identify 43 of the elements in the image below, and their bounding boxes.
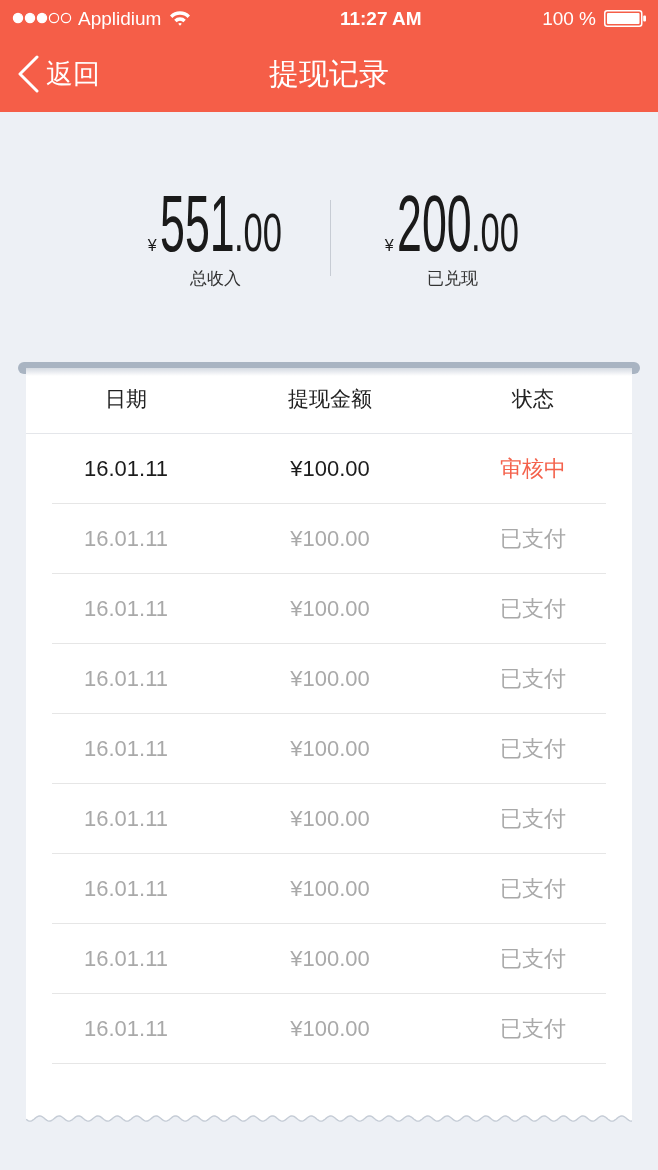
carrier-name: Applidium [78,8,162,28]
page-title: 提现记录 [269,59,389,89]
table-cell: 16.01.11 [84,737,168,760]
battery-icon [604,9,646,27]
table-cell: 16.01.11 [84,947,168,970]
table-cell: ¥100.00 [290,1017,370,1040]
table-cell: 16.01.11 [84,597,168,620]
table-cell: ¥100.00 [290,807,370,830]
table-cell: 16.01.11 [84,667,168,690]
wifi-icon [169,10,192,26]
table-cell: 已支付 [500,807,566,830]
table-cell: ¥100.00 [290,527,370,550]
table-cell: ¥100.00 [290,877,370,900]
table-cell: ¥100.00 [290,457,370,480]
table-cell: 已支付 [500,597,566,620]
battery-percent: 100 % [542,8,596,28]
table-cell: 已支付 [500,527,566,550]
table-cell: 已支付 [500,1017,566,1040]
table-cell: 16.01.11 [84,1017,168,1040]
table-cell: 16.01.11 [84,877,168,900]
table-cell: 已支付 [500,737,566,760]
table-cell: 已支付 [500,667,566,690]
column-header: 提现金额 [288,388,372,409]
amount-label: 已兑现 [426,270,478,287]
table-cell: 16.01.11 [84,807,168,830]
table-cell: ¥100.00 [290,947,370,970]
back-button[interactable]: 返回 [0,55,100,93]
column-header: 状态 [512,388,554,409]
table-cell: 已支付 [500,947,566,970]
table-cell: 16.01.11 [84,457,168,480]
status-time: 11:27 AM [339,8,422,28]
table-cell: 16.01.11 [84,527,168,550]
table-cell: 已支付 [500,877,566,900]
signal-icon [12,12,72,24]
chevron-left-icon [16,55,40,93]
amount-value: ¥200.00 [384,184,520,264]
table-cell: 审核中 [500,457,566,480]
table-cell: ¥100.00 [290,597,370,620]
amount-label: 总收入 [189,270,241,287]
amount-value: ¥551.00 [147,184,283,264]
column-header: 日期 [105,388,147,409]
table-cell: ¥100.00 [290,667,370,690]
table-cell: ¥100.00 [290,737,370,760]
